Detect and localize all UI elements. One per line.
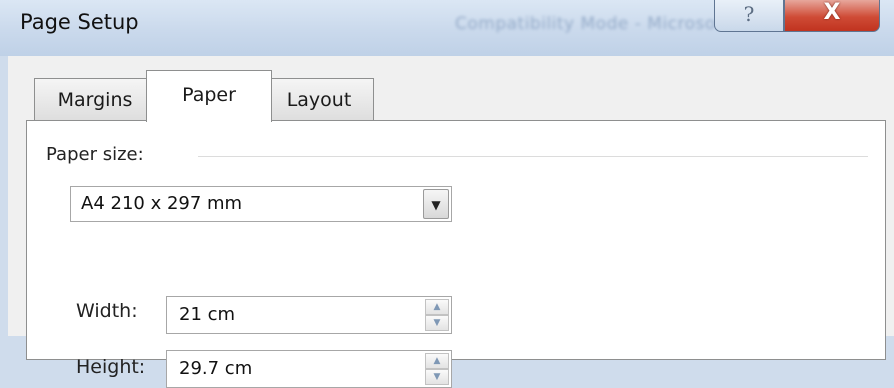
- width-spinbox[interactable]: 21 cm ▲ ▼: [166, 296, 452, 334]
- spin-up-icon: ▲: [433, 302, 441, 312]
- height-spin-down-button[interactable]: ▼: [425, 369, 449, 385]
- tab-layout[interactable]: Layout: [264, 78, 374, 120]
- dialog-body: Margins Paper Layout Paper size: A4 210 …: [8, 56, 894, 388]
- spin-up-icon: ▲: [433, 356, 441, 366]
- tab-margins[interactable]: Margins: [34, 78, 156, 120]
- tab-paper[interactable]: Paper: [146, 70, 272, 122]
- group-divider: [198, 156, 868, 157]
- paper-size-select[interactable]: A4 210 x 297 mm ▼: [70, 186, 452, 222]
- spin-down-icon: ▼: [433, 372, 441, 382]
- dropdown-arrow-button[interactable]: ▼: [423, 189, 449, 219]
- close-icon: X: [823, 0, 841, 25]
- width-label: Width:: [76, 300, 138, 322]
- spin-down-icon: ▼: [433, 318, 441, 328]
- width-spin-down-button[interactable]: ▼: [425, 315, 449, 331]
- width-value[interactable]: 21 cm: [179, 304, 235, 325]
- title-bar[interactable]: Page Setup Compatibility Mode - Microsof…: [0, 0, 894, 56]
- height-value[interactable]: 29.7 cm: [179, 358, 252, 379]
- height-spin-up-button[interactable]: ▲: [425, 353, 449, 369]
- close-button[interactable]: X: [784, 0, 880, 32]
- paper-size-value: A4 210 x 297 mm: [81, 193, 243, 214]
- window-title: Page Setup: [20, 10, 139, 34]
- paper-size-group-label: Paper size:: [46, 144, 144, 165]
- width-spin-up-button[interactable]: ▲: [425, 299, 449, 315]
- help-icon: ?: [743, 2, 755, 26]
- height-spinbox[interactable]: 29.7 cm ▲ ▼: [166, 350, 452, 388]
- chevron-down-icon: ▼: [431, 198, 441, 212]
- help-button[interactable]: ?: [714, 0, 784, 32]
- height-label: Height:: [76, 356, 146, 378]
